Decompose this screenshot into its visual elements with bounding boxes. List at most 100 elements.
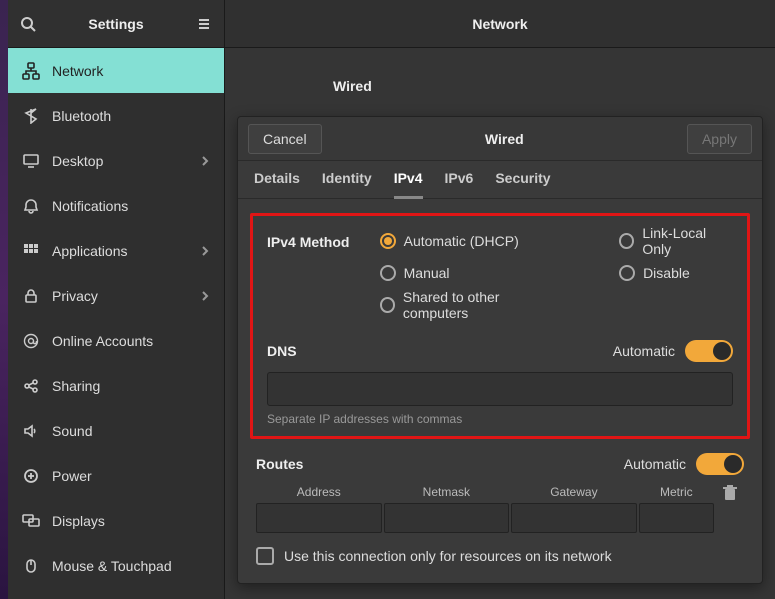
radio-manual[interactable]: Manual	[380, 262, 559, 284]
network-icon	[22, 62, 40, 80]
sound-icon	[22, 422, 40, 440]
header-bar: Settings Network	[8, 0, 775, 48]
power-icon	[22, 467, 40, 485]
route-delete-button[interactable]	[716, 485, 744, 505]
sidebar-item-sharing[interactable]: Sharing	[8, 363, 224, 408]
sidebar-item-power[interactable]: Power	[8, 453, 224, 498]
header-left: Settings	[8, 0, 225, 47]
radio-dot-icon	[619, 233, 634, 249]
apply-button[interactable]: Apply	[687, 124, 752, 154]
sidebar-item-label: Privacy	[52, 288, 98, 304]
sidebar-item-desktop[interactable]: Desktop	[8, 138, 224, 183]
chevron-right-icon	[200, 156, 210, 166]
routes-auto-toggle[interactable]	[696, 453, 744, 475]
sidebar-item-applications[interactable]: Applications	[8, 228, 224, 273]
toggle-knob-icon	[724, 455, 742, 473]
tab-identity[interactable]: Identity	[322, 161, 372, 199]
dns-label: DNS	[267, 343, 297, 359]
radio-label: Automatic (DHCP)	[404, 233, 519, 249]
cancel-button-label: Cancel	[263, 131, 307, 147]
tab-details[interactable]: Details	[254, 161, 300, 199]
ipv4-method-label: IPv4 Method	[267, 230, 380, 316]
sidebar-item-notifications[interactable]: Notifications	[8, 183, 224, 228]
only-local-label: Use this connection only for resources o…	[284, 548, 612, 564]
sidebar-item-label: Network	[52, 63, 103, 79]
search-icon	[20, 16, 36, 32]
share-icon	[22, 377, 40, 395]
routes-grid: Address Netmask Gateway	[256, 485, 744, 533]
sidebar-item-bluetooth[interactable]: Bluetooth	[8, 93, 224, 138]
radio-label: Manual	[404, 265, 450, 281]
dns-auto-label: Automatic	[613, 343, 675, 359]
radio-automatic-dhcp[interactable]: Automatic (DHCP)	[380, 230, 559, 252]
route-gateway-input[interactable]	[511, 503, 637, 533]
dialog-body: IPv4 Method Automatic (DHCP) Manual Shar…	[238, 199, 762, 583]
radio-dot-icon	[380, 297, 395, 313]
sidebar-item-label: Displays	[52, 513, 105, 529]
desktop-icon	[22, 152, 40, 170]
routes-col-netmask: Netmask	[384, 485, 510, 499]
tab-ipv4[interactable]: IPv4	[394, 161, 423, 199]
grid-icon	[22, 242, 40, 260]
sidebar: Network Bluetooth Desktop	[8, 48, 225, 599]
routes-label: Routes	[256, 456, 303, 472]
lock-icon	[22, 287, 40, 305]
radio-disable[interactable]: Disable	[619, 262, 733, 284]
radio-label: Link-Local Only	[642, 225, 733, 257]
search-button[interactable]	[8, 0, 48, 48]
sidebar-item-label: Online Accounts	[52, 333, 153, 349]
menu-button[interactable]	[184, 0, 224, 48]
radio-dot-icon	[619, 265, 635, 281]
header-title-left: Settings	[48, 16, 184, 32]
sidebar-item-sound[interactable]: Sound	[8, 408, 224, 453]
tab-ipv6[interactable]: IPv6	[445, 161, 474, 199]
trash-icon	[723, 485, 737, 501]
sidebar-item-online-accounts[interactable]: Online Accounts	[8, 318, 224, 363]
window-body: Network Bluetooth Desktop	[8, 48, 775, 599]
sidebar-item-network[interactable]: Network	[8, 48, 224, 93]
sidebar-item-label: Power	[52, 468, 92, 484]
radio-dot-icon	[380, 233, 396, 249]
dns-hint: Separate IP addresses with commas	[267, 412, 733, 426]
sidebar-item-privacy[interactable]: Privacy	[8, 273, 224, 318]
at-icon	[22, 332, 40, 350]
ipv4-method-row: IPv4 Method Automatic (DHCP) Manual Shar…	[267, 230, 733, 316]
sidebar-item-label: Sharing	[52, 378, 100, 394]
routes-col-gateway: Gateway	[511, 485, 637, 499]
route-netmask-input[interactable]	[384, 503, 510, 533]
route-metric-input[interactable]	[639, 503, 714, 533]
sidebar-item-label: Bluetooth	[52, 108, 111, 124]
sidebar-item-label: Mouse & Touchpad	[52, 558, 172, 574]
mouse-icon	[22, 557, 40, 575]
dns-input[interactable]	[267, 372, 733, 406]
dns-auto-toggle[interactable]	[685, 340, 733, 362]
bluetooth-icon	[22, 107, 40, 125]
bell-icon	[22, 197, 40, 215]
radio-link-local[interactable]: Link-Local Only	[619, 230, 733, 252]
radio-label: Disable	[643, 265, 690, 281]
routes-col-metric: Metric	[639, 485, 714, 499]
highlight-box: IPv4 Method Automatic (DHCP) Manual Shar…	[250, 213, 750, 439]
route-address-input[interactable]	[256, 503, 382, 533]
dns-section: DNS Automatic Separate IP addresses with…	[267, 340, 733, 426]
connection-dialog: Cancel Wired Apply Details Identity IPv4…	[237, 116, 763, 584]
routes-col-address: Address	[256, 485, 382, 499]
tab-security[interactable]: Security	[495, 161, 550, 199]
sidebar-item-label: Desktop	[52, 153, 103, 169]
cancel-button[interactable]: Cancel	[248, 124, 322, 154]
chevron-right-icon	[200, 246, 210, 256]
header-title-right: Network	[225, 0, 775, 47]
displays-icon	[22, 512, 40, 530]
content-area: Wired Cancel Wired Apply Details Identit…	[225, 48, 775, 599]
only-local-checkbox[interactable]	[256, 547, 274, 565]
dialog-tabs: Details Identity IPv4 IPv6 Security	[238, 161, 762, 199]
radio-shared[interactable]: Shared to other computers	[380, 294, 559, 316]
sidebar-item-mouse-touchpad[interactable]: Mouse & Touchpad	[8, 543, 224, 588]
dialog-header: Cancel Wired Apply	[238, 117, 762, 161]
toggle-knob-icon	[713, 342, 731, 360]
only-local-row[interactable]: Use this connection only for resources o…	[256, 547, 744, 565]
sidebar-item-displays[interactable]: Displays	[8, 498, 224, 543]
radio-dot-icon	[380, 265, 396, 281]
section-label-wired: Wired	[333, 78, 755, 94]
sidebar-item-label: Applications	[52, 243, 128, 259]
